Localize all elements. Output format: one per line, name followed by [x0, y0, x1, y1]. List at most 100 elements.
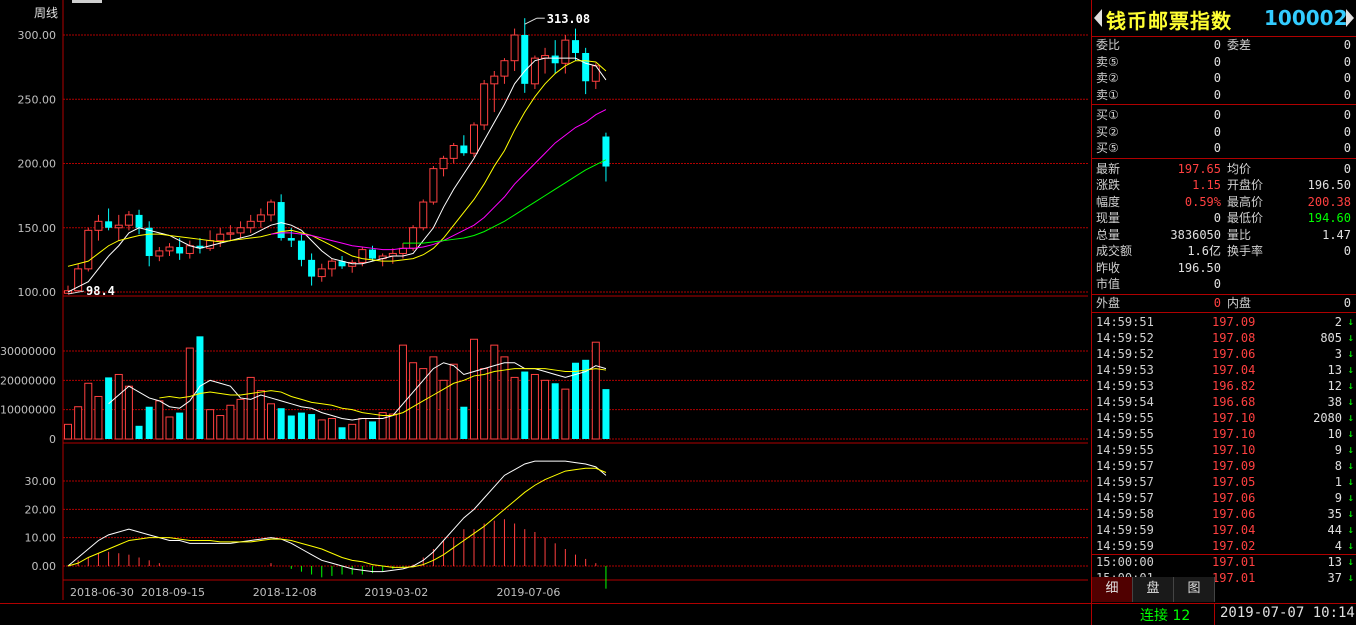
quote-label: 成交额 [1096, 244, 1133, 258]
volume-bar [124, 385, 133, 440]
quote-value: 200.38 [1307, 194, 1351, 209]
candle-body [105, 221, 113, 228]
down-arrow-icon: ↓ [1347, 378, 1354, 392]
volume-bar [256, 390, 265, 440]
period-label: 周线 [34, 6, 58, 20]
tick-price: 197.06 [1212, 346, 1256, 361]
down-arrow-icon: ↓ [1347, 458, 1354, 472]
down-arrow-icon: ↓ [1347, 410, 1354, 424]
candle-body [460, 145, 468, 154]
quote-label: 委差 [1227, 38, 1252, 52]
tab-detail[interactable]: 细 [1092, 577, 1133, 602]
candle-body [145, 227, 153, 257]
tick-row: 14:59:57 197.05 1 ↓ [1092, 474, 1356, 490]
tick-volume: 805 [1320, 330, 1342, 345]
candle-body [155, 250, 164, 257]
quote-value: 0 [1343, 108, 1351, 122]
quote-value: 0 [1213, 277, 1221, 291]
tick-price: 197.05 [1212, 474, 1256, 489]
volume-bar [530, 373, 539, 440]
tick-price: 197.04 [1212, 362, 1256, 377]
quote-label: 换手率 [1227, 244, 1264, 258]
quote-label: 买⑤ [1096, 141, 1119, 155]
volume-bar [348, 423, 357, 440]
tick-row: 14:59:57 197.09 8 ↓ [1092, 458, 1356, 474]
quote-label: 最新 [1096, 161, 1121, 176]
quote-label: 买② [1096, 124, 1119, 139]
quote-value: 1.15 [1192, 178, 1221, 192]
tick-price: 197.10 [1212, 426, 1256, 441]
volume-bar [287, 415, 295, 439]
quote-value: 3836050 [1170, 227, 1221, 242]
quote-value: 0 [1213, 108, 1221, 122]
volume-bar [500, 356, 509, 440]
tick-volume: 2 [1334, 314, 1342, 329]
quote-value: 194.60 [1307, 211, 1351, 225]
tick-row: 14:59:51 197.09 2 ↓ [1092, 314, 1356, 330]
status-divider [1091, 604, 1092, 625]
next-arrow-icon[interactable] [1346, 9, 1354, 27]
quote-label: 委比 [1096, 38, 1121, 52]
volume-bar [145, 406, 153, 439]
candle-body [602, 136, 610, 167]
candle-body [470, 124, 478, 154]
quote-label: 现量 [1096, 211, 1121, 225]
volume-bar [398, 344, 407, 440]
price-axis-label: 100.00 [18, 286, 57, 299]
tick-price: 197.02 [1212, 538, 1256, 553]
tick-time: 14:59:54 [1096, 394, 1154, 409]
down-arrow-icon: ↓ [1347, 314, 1354, 328]
tick-time: 14:59:52 [1096, 330, 1154, 345]
date-axis-label: 2018-12-08 [253, 586, 317, 599]
high-price-label: 313.08 [547, 12, 590, 26]
candle-body [74, 268, 83, 292]
quote-row: 现量 0 最低价 194.60 [1092, 210, 1356, 226]
price-axis-label: 200.00 [18, 158, 57, 171]
quote-value: 196.50 [1307, 178, 1351, 192]
tick-price: 197.06 [1212, 506, 1256, 521]
volume-ma-line [159, 368, 607, 417]
volume-bar [84, 382, 93, 440]
quote-value: 1.6亿 [1187, 244, 1221, 258]
down-arrow-icon: ↓ [1347, 538, 1354, 552]
tick-time: 14:59:55 [1096, 442, 1154, 457]
candle-body [480, 83, 489, 126]
volume-bar [114, 373, 123, 440]
candle-body [500, 60, 509, 77]
tick-volume: 12 [1327, 378, 1342, 393]
prev-arrow-icon[interactable] [1094, 9, 1102, 27]
quote-value: 0 [1213, 38, 1221, 52]
tab-chart[interactable]: 图 [1174, 577, 1215, 602]
tab-order-book[interactable]: 盘 [1133, 577, 1174, 602]
quote-label: 卖① [1096, 87, 1119, 102]
volume-bar [470, 338, 478, 440]
volume-bar [602, 389, 610, 439]
candle-body [521, 35, 529, 84]
price-chart[interactable]: 周线 300.00 250.00 200.00 150.00 100.00 30000000… [0, 0, 1090, 603]
status-datetime: 2019-07-07 10:14 [1220, 605, 1355, 621]
macd-axis-label: 10.00 [25, 532, 57, 545]
outer-value: 0 [1213, 295, 1221, 310]
candle-body [185, 245, 194, 254]
tick-row: 14:59:55 197.10 10 ↓ [1092, 426, 1356, 442]
tick-row: 14:59:52 197.06 3 ↓ [1092, 346, 1356, 362]
quote-row: 涨跌 1.15 开盘价 196.50 [1092, 177, 1356, 193]
tick-time: 14:59:57 [1096, 458, 1154, 473]
candle-body [409, 227, 418, 249]
volume-bar [419, 368, 428, 440]
quote-value: 0 [1213, 141, 1221, 155]
down-arrow-icon: ↓ [1347, 474, 1354, 488]
candle-body [369, 249, 376, 259]
macd-axis-label: 0.00 [32, 560, 57, 573]
quote-row: 最新 197.65 均价 0 [1092, 161, 1356, 177]
tick-time: 14:59:57 [1096, 490, 1154, 505]
quote-label: 幅度 [1096, 194, 1121, 209]
tick-row: 14:59:52 197.08 805 ↓ [1092, 330, 1356, 346]
volume-bar [551, 383, 559, 439]
tick-price: 197.08 [1212, 330, 1256, 345]
volume-bar [94, 395, 103, 440]
down-arrow-icon: ↓ [1347, 330, 1354, 344]
candle-body [510, 34, 519, 62]
tick-row: 14:59:58 197.06 35 ↓ [1092, 506, 1356, 522]
candle-body [114, 224, 123, 229]
